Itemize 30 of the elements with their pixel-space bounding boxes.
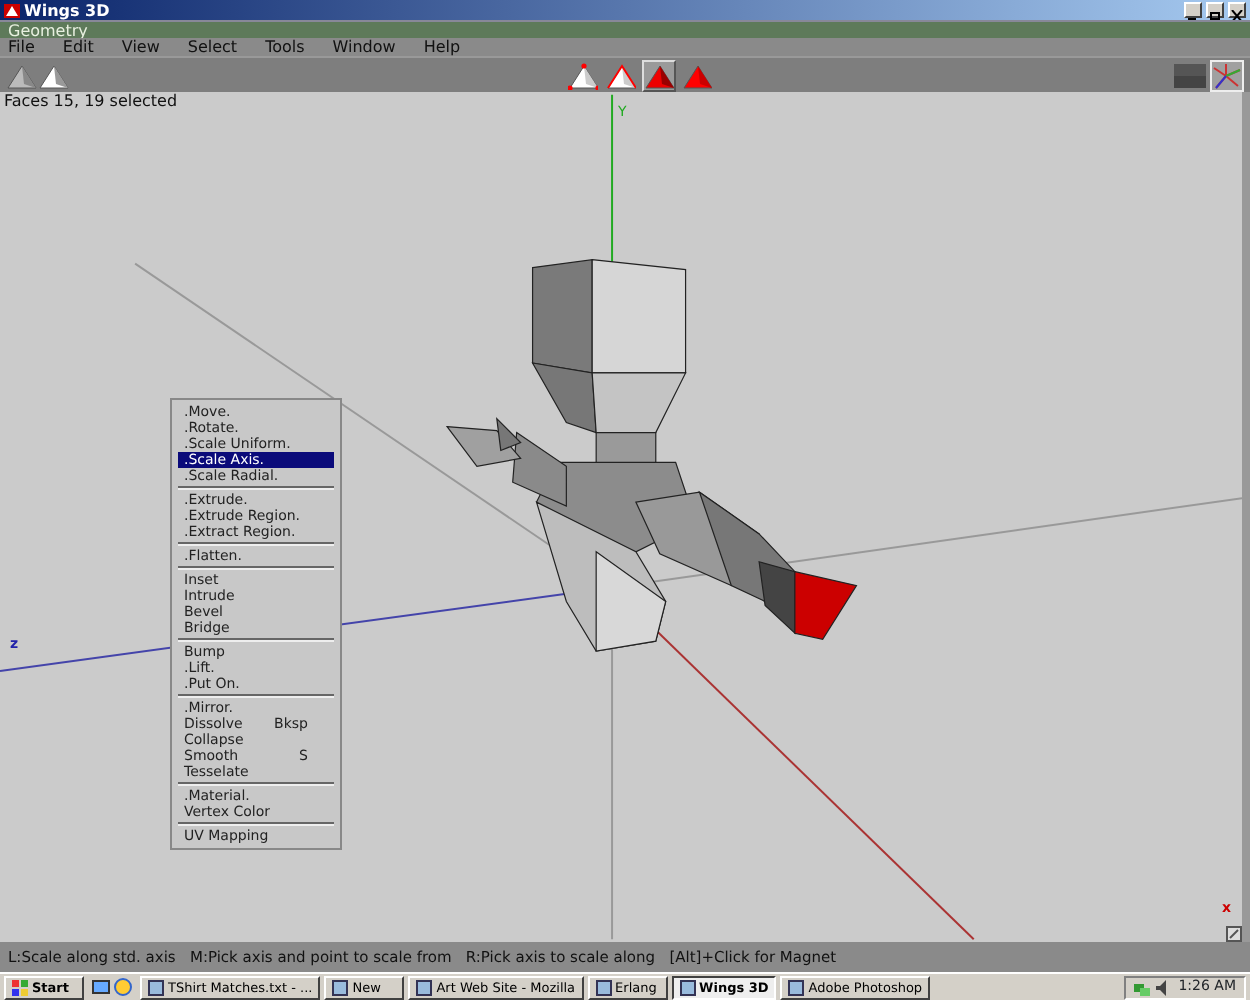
menu-item[interactable]: Help <box>423 38 461 56</box>
menu-item[interactable]: View <box>121 38 160 56</box>
minimize-button[interactable] <box>1184 2 1202 18</box>
menu-item[interactable]: File <box>8 38 35 56</box>
menu-item[interactable]: Tools <box>265 38 305 56</box>
app-logo-icon <box>4 3 20 17</box>
app-icon <box>788 979 805 995</box>
axes-view-icon[interactable] <box>1210 59 1244 91</box>
menu-item[interactable]: Select <box>187 38 238 56</box>
app-icon <box>679 979 696 995</box>
window-title: Wings 3D <box>24 1 112 19</box>
selection-info: Faces 15, 19 selected <box>4 92 178 110</box>
face-mode-button[interactable] <box>642 59 676 91</box>
panel-title: Geometry <box>0 20 1250 38</box>
menu-item[interactable]: Window <box>332 38 396 56</box>
close-button[interactable] <box>1228 2 1246 18</box>
edge-mode-button[interactable] <box>604 59 638 91</box>
explorer-icon[interactable] <box>114 978 132 996</box>
restore-button[interactable] <box>1206 2 1224 18</box>
resize-grip-icon[interactable] <box>1226 926 1242 942</box>
app-icon <box>332 979 349 995</box>
desktop-icon[interactable] <box>92 978 110 996</box>
app-icon <box>595 979 612 995</box>
app-icon <box>416 979 433 995</box>
pyramid-icon[interactable] <box>38 61 70 89</box>
menu-item[interactable]: Edit <box>62 38 94 56</box>
pyramid-icon[interactable] <box>6 61 38 89</box>
windows-logo-icon <box>12 979 28 995</box>
app-icon <box>148 979 164 995</box>
vertex-mode-button[interactable] <box>566 59 600 91</box>
